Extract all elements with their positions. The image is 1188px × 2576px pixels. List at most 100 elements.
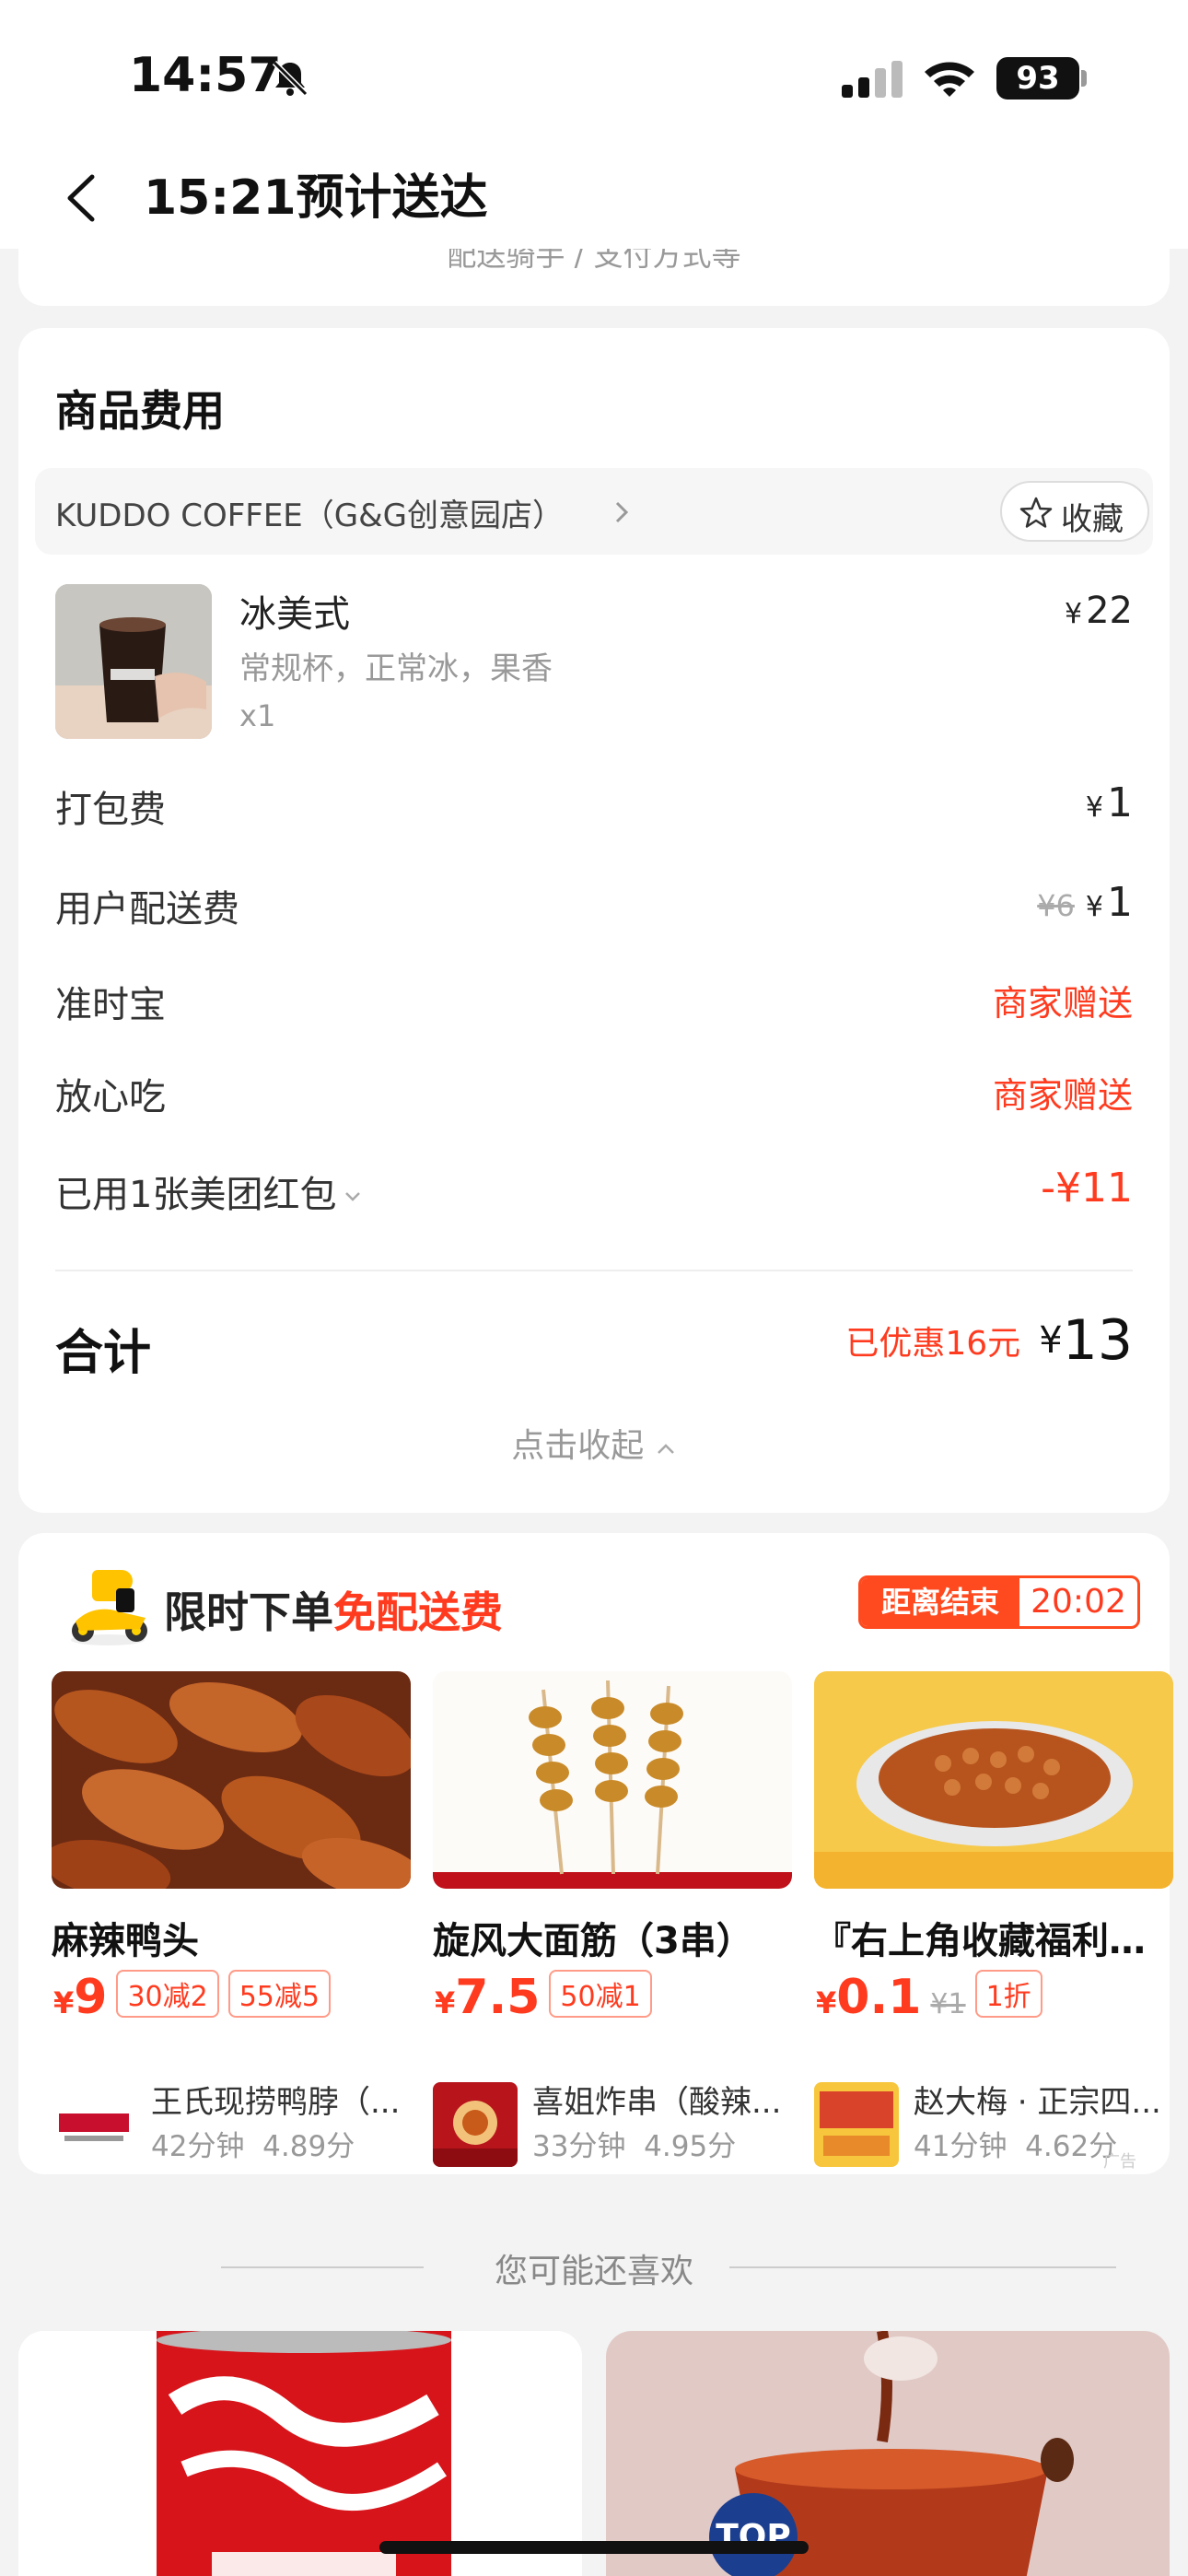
battery-indicator: 93 xyxy=(996,57,1079,100)
store-meta: 33分钟 4.95分 xyxy=(532,2123,736,2164)
delivery-rider-icon xyxy=(71,1570,147,1645)
price-symbol: ¥ xyxy=(816,1985,837,2020)
store-name: 喜姐炸串（酸辣... xyxy=(532,2084,782,2121)
fee-card-title: 商品费用 xyxy=(55,386,225,436)
promo-title: 限时下单免配送费 xyxy=(164,1579,503,1640)
recommend-header: 您可能还喜欢 xyxy=(0,2235,1188,2300)
promo-item-image[interactable] xyxy=(433,1671,792,1889)
store-score: 4.95分 xyxy=(644,2130,737,2163)
back-to-top-button[interactable]: TOP xyxy=(709,2493,798,2576)
promo-item[interactable]: 麻辣鸭头 ¥9 30减2 55减5 王氏现捞鸭脖（... 42分钟 4.89分 xyxy=(52,1671,411,2167)
total-symbol: ¥ xyxy=(1039,1319,1063,1362)
fee-symbol: ¥ xyxy=(1085,791,1103,824)
status-time: 14:57 xyxy=(129,48,282,103)
chevron-down-icon xyxy=(345,1192,361,1201)
back-arrow-icon[interactable] xyxy=(55,166,111,230)
delivery-time: 42分钟 xyxy=(151,2130,245,2163)
discount-tag: 30减2 xyxy=(116,1970,219,2018)
collapse-text[interactable]: 点击收起 xyxy=(511,1427,644,1465)
discount-tag: 55减5 xyxy=(227,1970,331,2018)
fee-value: 商家赠送 xyxy=(992,983,1133,1024)
countdown-badge: 距离结束 20:02 xyxy=(858,1575,1140,1629)
product-price-value: 22 xyxy=(1086,590,1133,632)
bell-muted-icon xyxy=(272,60,309,97)
product-image xyxy=(55,584,212,739)
fee-row-coupon[interactable]: 已用1张美团红包 -¥11 xyxy=(55,1165,1133,1220)
previous-card-text: 配送骑手 / 支付方式等 xyxy=(447,249,741,273)
fee-label: 打包费 xyxy=(55,789,166,831)
fee-card: 商品费用 KUDDO COFFEE（G&G创意园店） 收藏 冰美式 常规杯，正常… xyxy=(18,328,1170,1513)
discount-tag: 1折 xyxy=(974,1970,1042,2018)
product-price-symbol: ¥ xyxy=(1065,598,1083,630)
favorite-label: 收藏 xyxy=(1061,501,1124,538)
fee-row-ontime: 准时宝 商家赠送 xyxy=(55,975,1133,1030)
coupon-discount: -¥11 xyxy=(1041,1165,1133,1212)
product-price: ¥22 xyxy=(1065,590,1133,632)
total-value: 13 xyxy=(1062,1308,1133,1373)
promo-item[interactable]: 『右上角收藏福利』... ¥0.1 ¥1 1折 赵大梅 · 正宗四... 41分钟 … xyxy=(814,1671,1173,2167)
coupon-label[interactable]: 已用1张美团红包 xyxy=(55,1165,362,1218)
recommend-title: 您可能还喜欢 xyxy=(494,2253,693,2290)
price-value: 0.1 xyxy=(836,1970,922,2025)
store-logo xyxy=(433,2082,518,2167)
total-label: 合计 xyxy=(55,1326,152,1381)
nav-bar: 15:21预计送达 xyxy=(0,147,1188,249)
price-value: 7.5 xyxy=(455,1970,541,2025)
fee-value: 商家赠送 xyxy=(992,1075,1133,1116)
promo-item-image[interactable] xyxy=(814,1671,1173,1889)
price-value: 9 xyxy=(74,1970,108,2025)
fee-value: ¥6 ¥1 xyxy=(1037,879,1133,926)
price-symbol: ¥ xyxy=(435,1985,456,2020)
fee-original-price: ¥6 xyxy=(1037,888,1075,923)
recommend-card[interactable] xyxy=(606,2331,1170,2576)
store-bar[interactable]: KUDDO COFFEE（G&G创意园店） 收藏 xyxy=(35,468,1153,555)
battery-tip xyxy=(1081,70,1087,87)
promo-item-name: 旋风大面筋（3串） xyxy=(433,1920,753,1962)
star-icon xyxy=(1019,497,1053,528)
promo-item[interactable]: 旋风大面筋（3串） ¥7.5 50减1 喜姐炸串（酸辣... 33分钟 4.95分 xyxy=(433,1671,792,2167)
delivery-time: 41分钟 xyxy=(914,2130,1007,2163)
cellular-signal-icon xyxy=(842,61,903,98)
promo-item-name: 『右上角收藏福利』... xyxy=(814,1920,1173,1962)
price-symbol: ¥ xyxy=(53,1985,75,2020)
ad-label: 广告 xyxy=(1103,2152,1136,2172)
fee-symbol: ¥ xyxy=(1085,891,1103,923)
promo-item-name: 麻辣鸭头 xyxy=(52,1920,199,1962)
promo-title-prefix: 限时下单 xyxy=(164,1587,333,1637)
promo-item-price: ¥9 30减2 55减5 xyxy=(53,1970,331,2025)
total-saved: 已优惠16元 xyxy=(845,1325,1021,1363)
store-name: 赵大梅 · 正宗四... xyxy=(914,2084,1161,2121)
store-name[interactable]: KUDDO COFFEE（G&G创意园店） xyxy=(55,490,564,535)
countdown-label: 距离结束 xyxy=(861,1578,1019,1626)
fee-row-delivery: 用户配送费 ¥6 ¥1 xyxy=(55,879,1133,934)
delivery-time: 33分钟 xyxy=(532,2130,626,2163)
home-indicator[interactable] xyxy=(379,2541,809,2554)
product-qty: x1 xyxy=(239,698,276,733)
store-score: 4.89分 xyxy=(262,2130,355,2163)
fee-row-safe-eat: 放心吃 商家赠送 xyxy=(55,1067,1133,1122)
product-spec: 常规杯，正常冰，果香 xyxy=(239,650,553,687)
fee-label: 放心吃 xyxy=(55,1076,166,1118)
wifi-icon xyxy=(925,62,974,97)
promo-item-image[interactable] xyxy=(52,1671,411,1889)
divider xyxy=(55,1270,1133,1271)
promo-item-price: ¥0.1 ¥1 1折 xyxy=(816,1970,1042,2025)
fee-amount: 1 xyxy=(1107,879,1133,926)
promo-title-highlight: 免配送费 xyxy=(333,1587,503,1637)
coupon-label-text: 已用1张美团红包 xyxy=(55,1174,337,1216)
discount-tag: 50减1 xyxy=(549,1970,652,2018)
fee-amount: 1 xyxy=(1107,779,1133,826)
fee-label: 用户配送费 xyxy=(55,888,239,931)
total-amount: 已优惠16元 ¥13 xyxy=(845,1308,1133,1373)
favorite-button[interactable]: 收藏 xyxy=(1000,481,1149,542)
collapse-toggle[interactable]: 点击收起 xyxy=(18,1419,1170,1467)
chevron-right-icon xyxy=(615,501,629,523)
recommend-image-cola[interactable] xyxy=(18,2331,582,2576)
recommend-card[interactable] xyxy=(18,2331,582,2576)
status-bar: 14:57 93 xyxy=(0,0,1188,147)
recommend-image-drink[interactable] xyxy=(606,2331,1170,2576)
fee-row-packaging: 打包费 ¥1 xyxy=(55,779,1133,835)
fee-label: 准时宝 xyxy=(55,984,166,1026)
promo-card: 限时下单免配送费 距离结束 20:02 麻辣鸭头 ¥9 30减2 55减5 王氏现 xyxy=(18,1533,1173,2174)
product-name: 冰美式 xyxy=(239,593,350,636)
